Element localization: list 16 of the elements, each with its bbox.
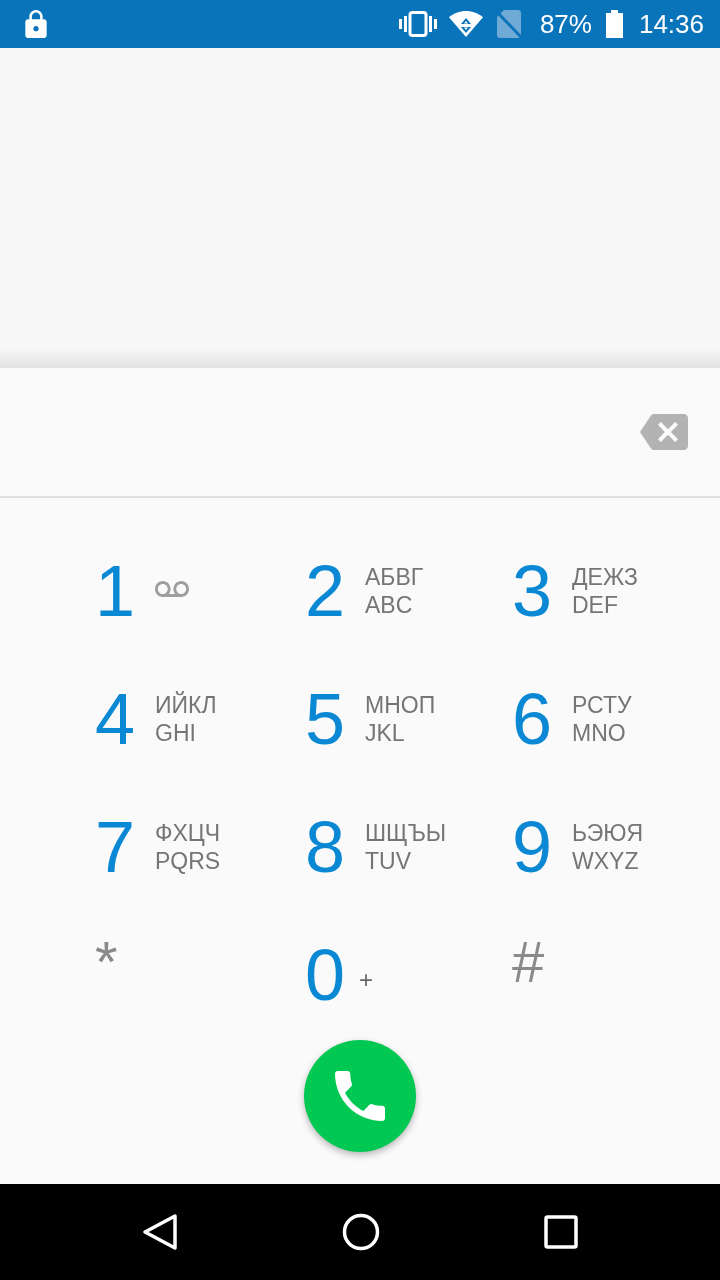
phone-icon [335, 1071, 385, 1121]
battery-percentage: 87% [539, 9, 592, 39]
battery-icon [605, 10, 623, 38]
dial-key[interactable]: * [95, 932, 118, 1018]
recents-icon[interactable] [544, 1215, 578, 1249]
home-icon[interactable] [342, 1213, 380, 1251]
dial-key[interactable]: 0 + [305, 939, 373, 1011]
voicemail-icon [155, 581, 189, 597]
wifi-icon [448, 11, 483, 37]
dial-key[interactable]: # [512, 932, 545, 1018]
clock-time: 14:36 [638, 9, 704, 39]
lock-icon [24, 10, 48, 38]
vibrate-icon [398, 11, 437, 37]
no-sim-icon [495, 10, 522, 38]
dial-key[interactable]: 1 [95, 555, 189, 627]
back-icon[interactable] [142, 1213, 178, 1251]
